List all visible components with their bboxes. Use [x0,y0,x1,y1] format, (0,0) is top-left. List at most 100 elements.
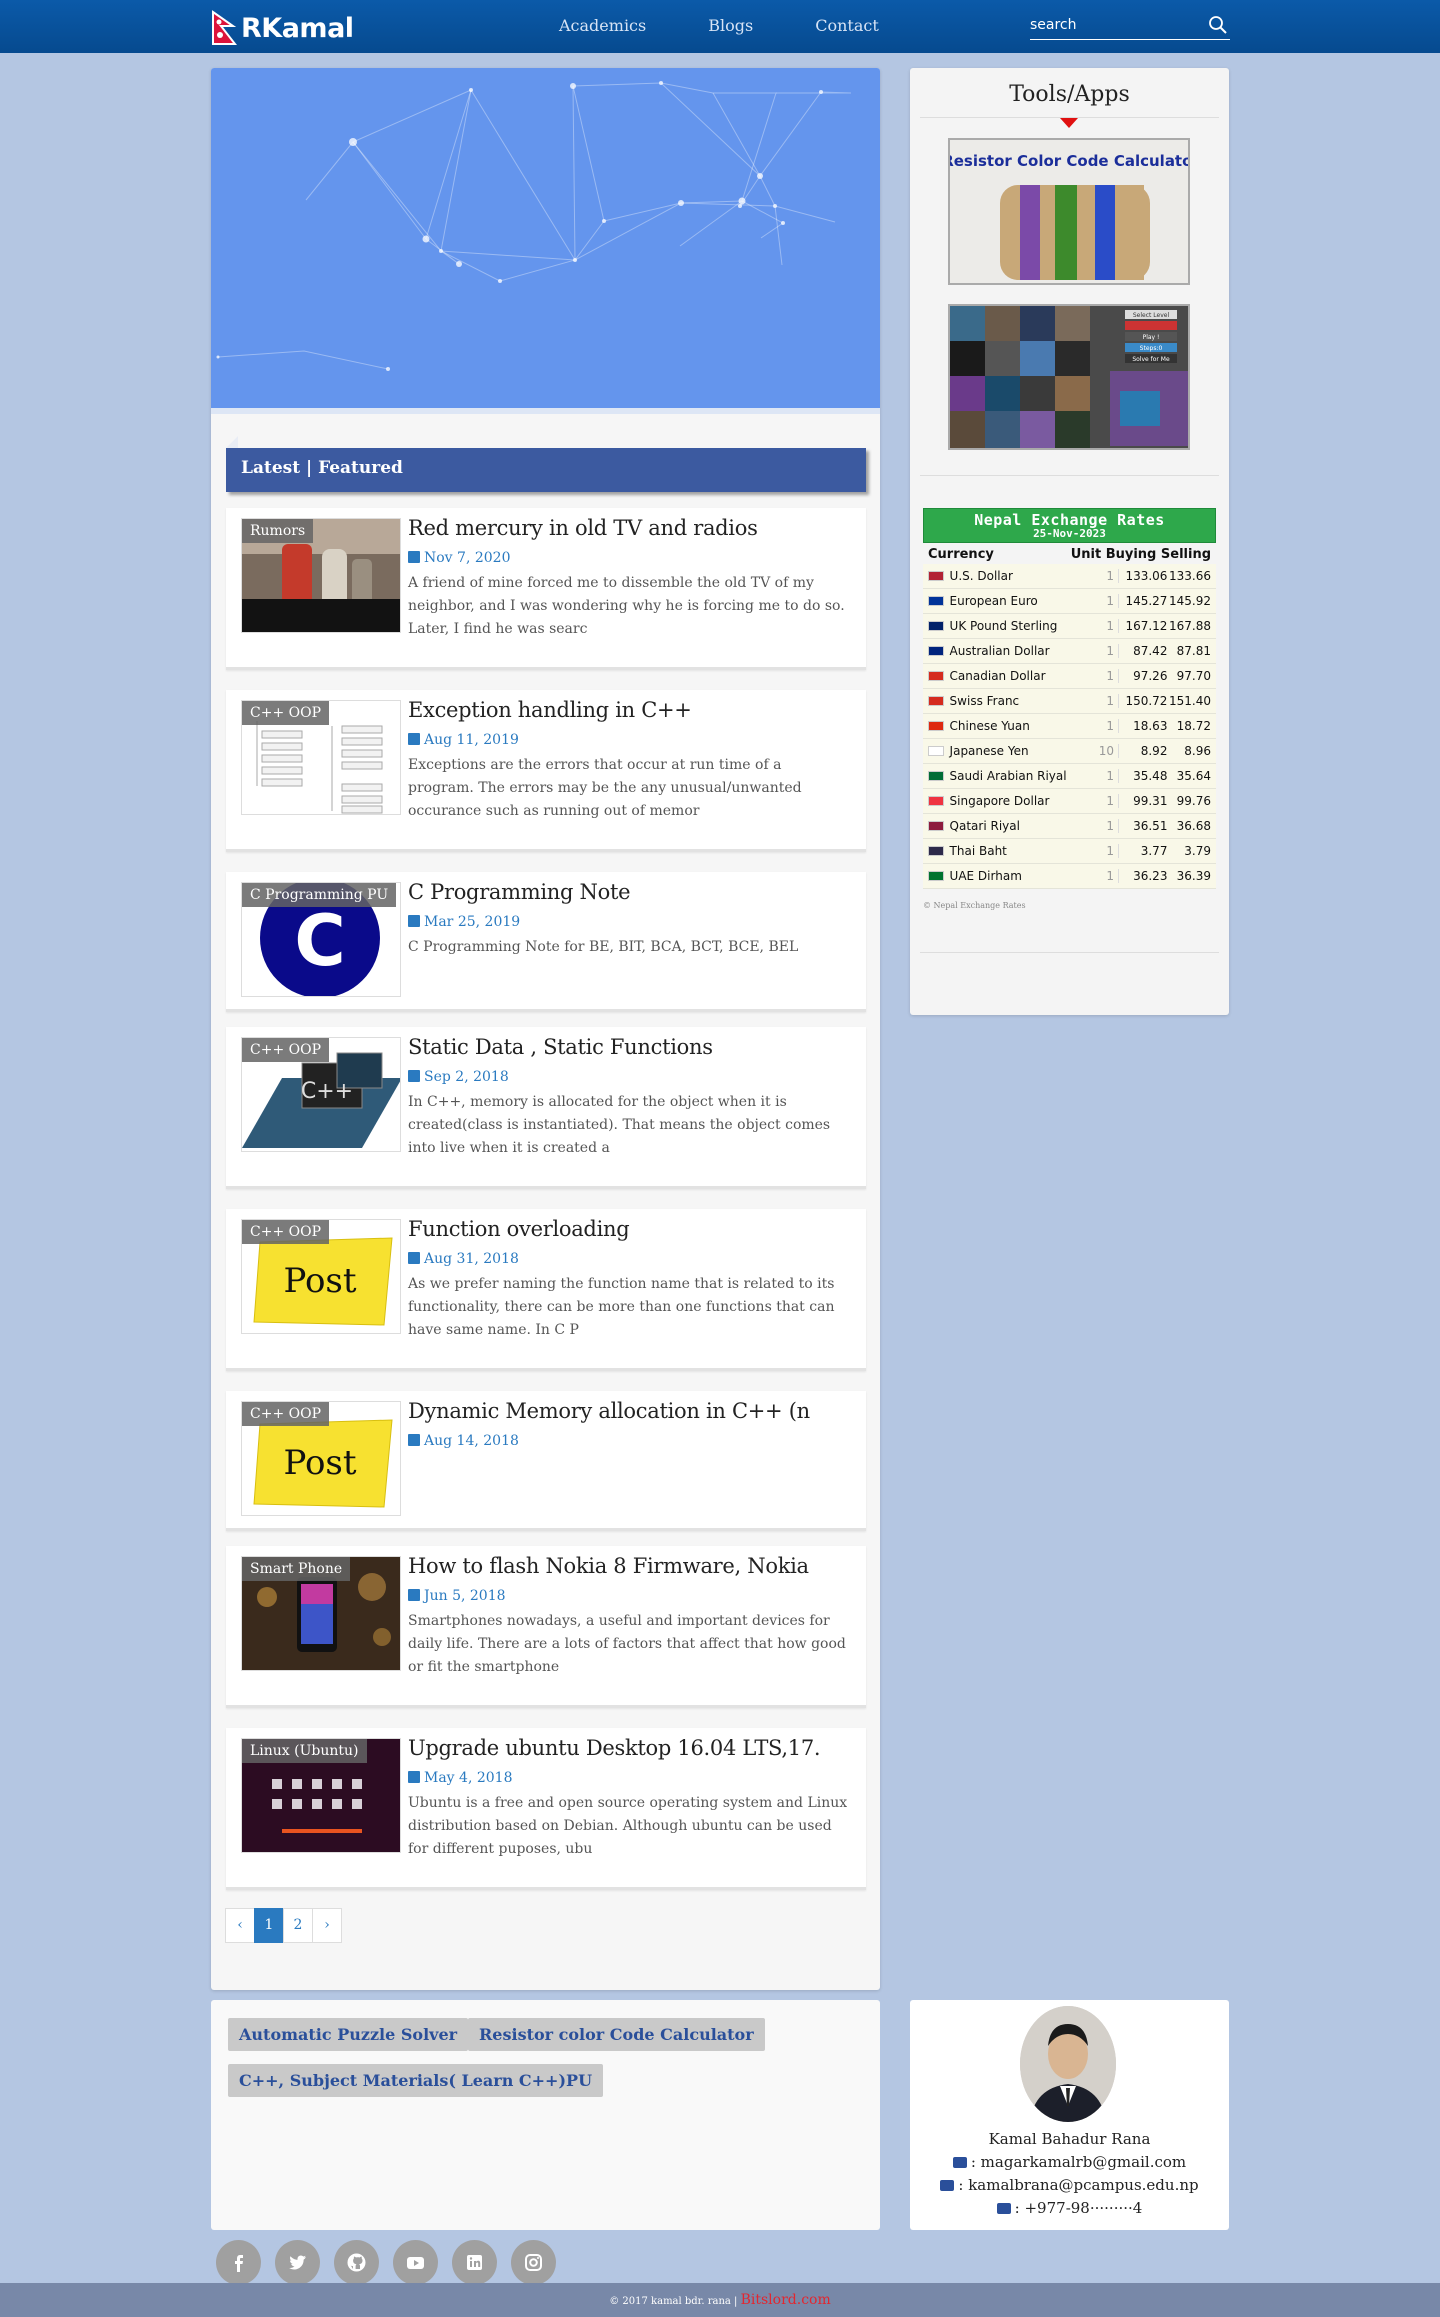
github-icon[interactable] [334,2240,379,2285]
puzzle-solver-app-link[interactable]: Select Level Play ! Steps:0 Solve for Me [948,304,1190,450]
footer-brand-link[interactable]: Bitslord.com [741,2292,831,2308]
post-excerpt: Smartphones nowadays, a useful and impor… [408,1613,846,1675]
nav-blogs[interactable]: Blogs [708,16,753,35]
post-card[interactable]: Smart Phone How to flash Nokia 8 Firmwar… [226,1546,866,1708]
post-card[interactable]: Linux (Ubuntu) Upgrade ubuntu Desktop 16… [226,1728,866,1890]
fx-buying: 150.72 [1125,694,1168,708]
post-category-tag[interactable]: Rumors [242,519,314,543]
post-title[interactable]: Static Data , Static Functions [408,1035,713,1059]
fx-unit: 1 [1095,769,1120,783]
link-puzzle-solver[interactable]: Automatic Puzzle Solver [228,2018,469,2051]
country-flag-icon [928,821,944,831]
network-particles-graphic [216,81,852,371]
post-category-tag[interactable]: C++ OOP [242,1038,329,1062]
post-title[interactable]: C Programming Note [408,880,631,904]
fx-currency-name: U.S. Dollar [949,569,1013,583]
fx-currency-name: UAE Dirham [949,869,1022,883]
post-thumbnail[interactable]: Smart Phone [241,1556,401,1671]
pager-page-2[interactable]: 2 [283,1908,313,1943]
resistor-calculator-app-link[interactable]: Resistor Color Code Calculator [948,138,1190,285]
fx-unit: 1 [1095,869,1120,883]
envelope-icon [952,2157,967,2168]
post-card[interactable]: C++ OOP C++ Static Data , Static Functio… [226,1027,866,1189]
post-card[interactable]: C++ OOP Post Function overloading Aug 31… [226,1209,866,1371]
post-thumbnail[interactable]: C++ OOP Post [241,1219,401,1334]
instagram-icon[interactable] [511,2240,556,2285]
author-email-1[interactable]: : magarkamalrb@gmail.com [910,2153,1229,2171]
post-title[interactable]: Upgrade ubuntu Desktop 16.04 LTS,17. [408,1736,821,1760]
author-email-2[interactable]: : kamalbrana@pcampus.edu.np [910,2176,1229,2194]
post-thumbnail[interactable]: C++ OOP C++ [241,1037,401,1152]
author-phone[interactable]: : +977-98·········4 [910,2199,1229,2217]
fx-selling: 87.81 [1176,644,1211,658]
post-card[interactable]: C++ OOP Exception handling in C++ Aug 11… [226,690,866,852]
post-thumbnail[interactable]: Linux (Ubuntu) [241,1738,401,1853]
hero-banner [211,68,880,408]
post-category-tag[interactable]: C++ OOP [242,701,329,725]
solve-button: Solve for Me [1132,356,1170,363]
linkedin-icon[interactable] [452,2240,497,2285]
post-title[interactable]: Function overloading [408,1217,630,1241]
fx-currency-name: UK Pound Sterling [949,619,1058,633]
post-date: Aug 14, 2018 [408,1433,519,1449]
site-logo[interactable]: RKamal [211,10,354,46]
fx-selling: 99.76 [1176,794,1211,808]
featured-label: Latest | Featured [241,458,403,478]
pager-page-1[interactable]: 1 [254,1908,284,1943]
post-date: Sep 2, 2018 [408,1069,509,1085]
fx-selling: 167.88 [1169,619,1211,633]
svg-text:Post: Post [283,1443,356,1483]
fx-attribution[interactable]: © Nepal Exchange Rates [923,889,1216,910]
fx-buying: 18.63 [1133,719,1168,733]
post-thumbnail[interactable]: C++ OOP Post [241,1401,401,1516]
youtube-icon[interactable] [393,2240,438,2285]
post-thumbnail[interactable]: C++ OOP [241,700,401,815]
post-card[interactable]: C++ OOP Post Dynamic Memory allocation i… [226,1391,866,1531]
pager-prev[interactable]: ‹ [225,1908,255,1943]
post-title[interactable]: How to flash Nokia 8 Firmware, Nokia [408,1554,809,1578]
post-excerpt: A friend of mine forced me to dissemble … [408,575,845,637]
nav-contact[interactable]: Contact [815,16,879,35]
post-title[interactable]: Exception handling in C++ [408,698,692,722]
post-category-tag[interactable]: C++ OOP [242,1220,329,1244]
post-category-tag[interactable]: Linux (Ubuntu) [242,1739,367,1763]
fx-currency-name: European Euro [949,594,1038,608]
post-thumbnail[interactable]: C Programming PU C [241,882,401,997]
hero-divider [211,408,880,414]
fx-unit: 1 [1095,819,1120,833]
post-category-tag[interactable]: C++ OOP [242,1402,329,1426]
calendar-icon [408,1252,420,1264]
search-input[interactable]: search [1030,14,1230,40]
fx-unit: 1 [1095,719,1120,733]
ribbon-fold [226,436,238,448]
country-flag-icon [928,571,944,581]
twitter-icon[interactable] [275,2240,320,2285]
country-flag-icon [928,671,944,681]
country-flag-icon [928,846,944,856]
pager-next[interactable]: › [312,1908,342,1943]
calendar-icon [408,1434,420,1446]
social-links [216,2240,570,2285]
facebook-icon[interactable] [216,2240,261,2285]
fx-selling: 36.68 [1176,819,1211,833]
link-resistor-calculator[interactable]: Resistor color Code Calculator [468,2018,765,2051]
nav-academics[interactable]: Academics [559,16,646,35]
fx-buying: 87.42 [1133,644,1168,658]
fx-row: UAE Dirham 1 36.23 36.39 [923,864,1216,889]
svg-text:C++: C++ [301,1079,353,1104]
steps-counter: Steps:0 [1140,345,1163,352]
link-cpp-materials[interactable]: C++, Subject Materials( Learn C++)PU [228,2064,604,2097]
post-category-tag[interactable]: Smart Phone [242,1557,351,1581]
post-card[interactable]: Rumors Red mercury in old TV and radios … [226,508,866,670]
fx-row: Canadian Dollar 1 97.26 97.70 [923,664,1216,689]
post-title[interactable]: Red mercury in old TV and radios [408,516,758,540]
post-category-tag[interactable]: C Programming PU [242,883,397,907]
post-thumbnail[interactable]: Rumors [241,518,401,633]
search-icon[interactable] [1208,15,1228,35]
fx-buying: 133.06 [1125,569,1168,583]
post-title[interactable]: Dynamic Memory allocation in C++ (n [408,1399,810,1423]
fx-currency-name: Canadian Dollar [949,669,1046,683]
post-card[interactable]: C Programming PU C C Programming Note Ma… [226,872,866,1012]
fx-row: Qatari Riyal 1 36.51 36.68 [923,814,1216,839]
country-flag-icon [928,746,944,756]
